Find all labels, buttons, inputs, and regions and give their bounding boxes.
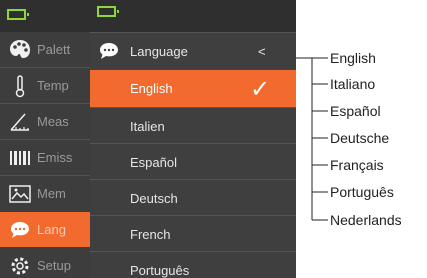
gear-icon bbox=[11, 257, 29, 275]
language-option-deutsch[interactable]: Deutsch bbox=[90, 180, 296, 217]
status-bar bbox=[90, 0, 296, 33]
speech-bubble-icon bbox=[11, 222, 29, 238]
image-icon bbox=[9, 185, 31, 203]
back-button[interactable]: < bbox=[258, 44, 266, 59]
language-menu-title: Language bbox=[130, 44, 188, 59]
language-option-label: Português bbox=[130, 263, 190, 278]
menu-item-label: Emiss bbox=[37, 150, 73, 165]
thermometer-icon bbox=[15, 75, 25, 98]
menu-item-label: Palett bbox=[37, 42, 71, 57]
language-option-portugues[interactable]: Português bbox=[90, 252, 296, 278]
menu-item-emissivity[interactable]: Emiss bbox=[0, 140, 90, 175]
callout-label: Français bbox=[330, 157, 384, 173]
language-option-label: French bbox=[130, 227, 171, 242]
language-menu-header: Language < bbox=[90, 33, 296, 70]
callout-label: Nederlands bbox=[330, 212, 402, 228]
menu-item-label: Mem bbox=[37, 186, 66, 201]
menu-item-temperature[interactable]: Temp bbox=[0, 68, 90, 103]
callout-label: Português bbox=[330, 184, 394, 200]
status-bar bbox=[0, 0, 90, 32]
menu-item-label: Setup bbox=[37, 258, 71, 273]
menu-item-measure[interactable]: Meas bbox=[0, 104, 90, 139]
measure-icon bbox=[10, 113, 29, 131]
battery-icon bbox=[97, 6, 119, 17]
callout-label: Español bbox=[330, 103, 381, 119]
language-option-label: Deutsch bbox=[130, 191, 178, 206]
menu-item-language[interactable]: Lang bbox=[0, 212, 90, 247]
menu-item-setup[interactable]: Setup bbox=[0, 248, 90, 278]
palette-icon bbox=[10, 40, 30, 58]
callout-label: Italiano bbox=[330, 76, 376, 92]
language-option-label: English bbox=[130, 81, 173, 96]
language-option-espanol[interactable]: Español bbox=[90, 144, 296, 181]
battery-icon bbox=[7, 9, 29, 20]
callout-label: English bbox=[330, 50, 376, 66]
language-menu-panel: Language < English ✓ Italien Español Deu… bbox=[90, 0, 296, 278]
language-option-english[interactable]: English ✓ bbox=[90, 70, 296, 107]
checkmark-icon: ✓ bbox=[250, 76, 271, 103]
menu-item-label: Lang bbox=[37, 222, 66, 237]
menu-item-label: Meas bbox=[37, 114, 69, 129]
language-option-italien[interactable]: Italien bbox=[90, 108, 296, 145]
menu-item-label: Temp bbox=[37, 78, 69, 93]
menu-item-palette[interactable]: Palett bbox=[0, 32, 90, 67]
language-option-label: Italien bbox=[130, 119, 165, 134]
language-option-label: Español bbox=[130, 155, 177, 170]
speech-bubble-icon bbox=[100, 43, 118, 59]
emissivity-icon bbox=[10, 151, 30, 165]
language-option-french[interactable]: French bbox=[90, 216, 296, 253]
menu-item-memory[interactable]: Mem bbox=[0, 176, 90, 211]
main-menu-panel: Palett Temp Meas Emiss Mem Lang Setup bbox=[0, 0, 90, 278]
callout-label: Deutsche bbox=[330, 130, 390, 146]
